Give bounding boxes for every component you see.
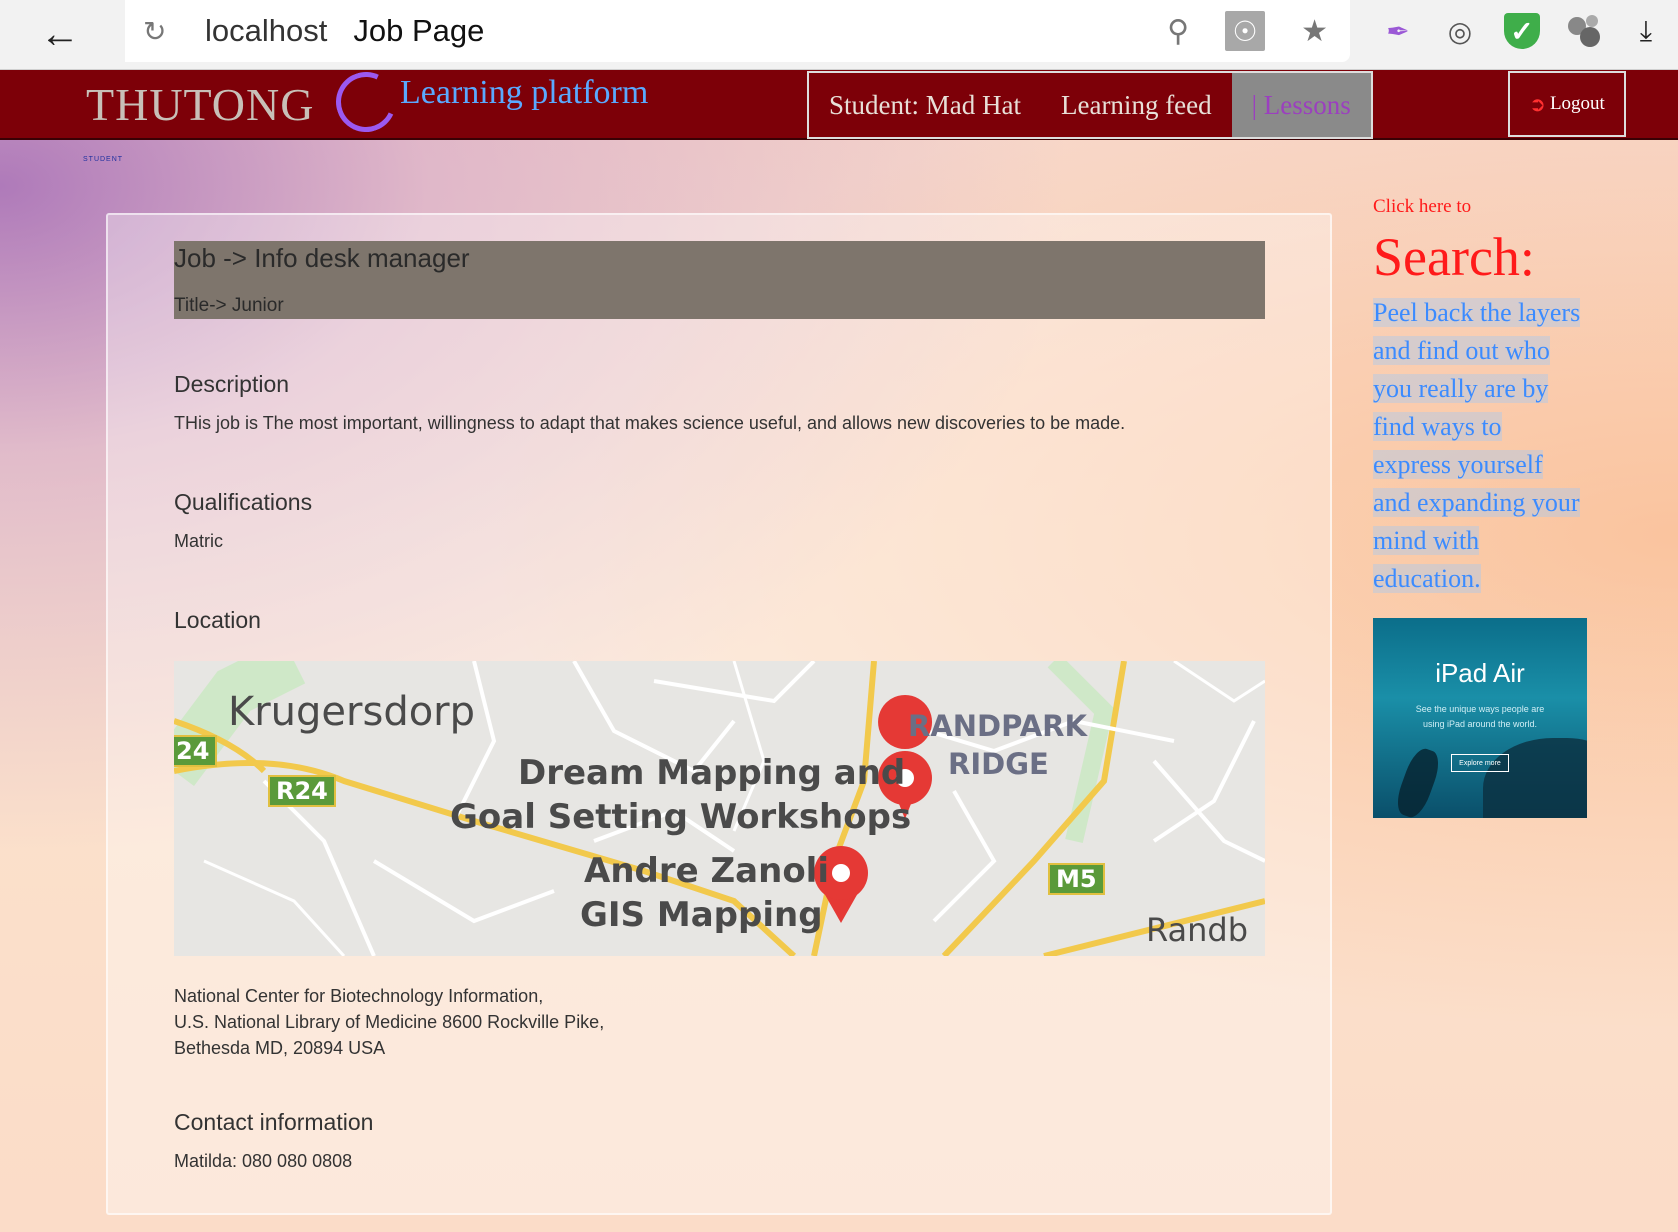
map-label-andre-1: Andre Zanoli <box>584 851 829 891</box>
ad-text-line-2: using iPad around the world. <box>1422 719 1538 729</box>
job-title: Job -> Info desk manager <box>174 243 470 273</box>
qualifications-text: Matric <box>174 531 223 551</box>
description-text: THis job is The most important, willingn… <box>174 413 1126 433</box>
student-tagline: STUDENT <box>83 156 124 163</box>
location-heading: Location <box>174 607 261 633</box>
job-card: Job -> Info desk manager Title-> Junior … <box>106 213 1332 1215</box>
peel-text: Peel back the layers and find out who yo… <box>1373 294 1587 598</box>
nav-item-lessons[interactable]: | Lessons <box>1231 73 1371 137</box>
ad-title: iPad Air <box>1435 658 1525 688</box>
url-host: localhost <box>205 13 328 48</box>
map-label-ridge: RIDGE <box>948 747 1049 781</box>
feather-extension-icon[interactable]: ✒ <box>1380 13 1416 49</box>
star-icon[interactable]: ★ <box>1301 14 1328 49</box>
ad-explore-button[interactable]: Explore more <box>1451 754 1509 772</box>
map-label-dream-1: Dream Mapping and <box>518 753 906 793</box>
peel-line: you really are by <box>1373 374 1549 403</box>
nav-menu: Student: Mad Hat Learning feed | Lessons <box>807 71 1373 139</box>
download-icon[interactable]: ⤓ <box>1628 13 1664 49</box>
globe-icon[interactable]: ☉ <box>1225 11 1266 51</box>
qualifications-heading: Qualifications <box>174 489 313 515</box>
address-line-2: U.S. National Library of Medicine 8600 R… <box>174 1012 605 1032</box>
search-prompt: Click here to <box>1373 196 1472 217</box>
diver-shape <box>1391 744 1445 818</box>
peel-line: mind with <box>1373 526 1480 555</box>
map-label-randpark: RANDPARK <box>908 709 1087 743</box>
peel-line: and find out who <box>1373 336 1550 365</box>
url-page-title: Job Page <box>353 13 485 48</box>
peel-line: find ways to <box>1373 412 1502 441</box>
peel-line: express yourself <box>1373 450 1543 479</box>
location-map[interactable]: Krugersdorp RANDPARK RIDGE Dream Mapping… <box>174 661 1265 956</box>
road-shield-24: 24 <box>174 735 218 767</box>
search-link[interactable]: Search: <box>1373 226 1593 288</box>
ad-text: See the unique ways people are using iPa… <box>1393 702 1567 732</box>
map-label-dream-2: Goal Setting Workshops <box>450 797 912 837</box>
job-header: Job -> Info desk manager Title-> Junior <box>174 241 1265 319</box>
address-line-3: Bethesda MD, 20894 USA <box>174 1038 386 1058</box>
road-shield-m5: M5 <box>1048 863 1105 895</box>
map-label-krugersdorp: Krugersdorp <box>228 689 476 735</box>
bubbles-extension-icon[interactable] <box>1566 13 1602 49</box>
peel-line: Peel back the layers <box>1373 298 1581 327</box>
reload-icon[interactable]: ↻ <box>143 15 183 48</box>
peel-line: and expanding your <box>1373 488 1580 517</box>
contact-text: Matilda: 080 080 0808 <box>174 1151 353 1171</box>
zoom-icon[interactable]: ⚲ <box>1167 14 1189 49</box>
logout-icon: ➲ <box>1529 93 1546 116</box>
logout-label: Logout <box>1549 93 1605 114</box>
shield-check-extension-icon[interactable]: ✓ <box>1504 13 1540 49</box>
peel-line: education. <box>1373 564 1481 593</box>
address-bar[interactable]: ↻ localhost Job Page ⚲ ☉ ★ <box>125 0 1350 62</box>
logout-button[interactable]: ➲ Logout <box>1508 71 1626 137</box>
sidebar: Click here to Search: Peel back the laye… <box>1373 196 1593 598</box>
reef-shape <box>1483 738 1587 818</box>
back-arrow-icon[interactable]: ← <box>0 0 120 70</box>
brand-logo-text[interactable]: THUTONG <box>86 78 314 131</box>
address-line-1: National Center for Biotechnology Inform… <box>174 986 544 1006</box>
lightbulb-extension-icon[interactable]: ◎ <box>1442 13 1478 49</box>
ad-text-line-1: See the unique ways people are <box>1415 704 1545 714</box>
contact-heading: Contact information <box>174 1109 374 1135</box>
map-label-randb: Randb <box>1146 911 1249 949</box>
ipad-air-ad[interactable]: iPad Air See the unique ways people are … <box>1373 618 1587 818</box>
job-subtitle: Title-> Junior <box>174 295 284 316</box>
browser-toolbar: ← ↻ localhost Job Page ⚲ ☉ ★ ✒ ◎ ✓ ⤓ <box>0 0 1678 70</box>
page-background: THUTONG Learning platform Student: Mad H… <box>0 63 1678 1232</box>
brand-ring-icon <box>327 63 405 141</box>
nav-item-learning-feed[interactable]: Learning feed <box>1041 73 1232 137</box>
description-heading: Description <box>174 371 290 397</box>
brand-subtitle[interactable]: Learning platform <box>400 74 648 112</box>
nav-item-student[interactable]: Student: Mad Hat <box>809 73 1041 137</box>
top-navbar: THUTONG Learning platform Student: Mad H… <box>0 63 1678 141</box>
road-shield-r24: R24 <box>268 775 336 807</box>
map-label-andre-2: GIS Mapping <box>580 895 823 935</box>
